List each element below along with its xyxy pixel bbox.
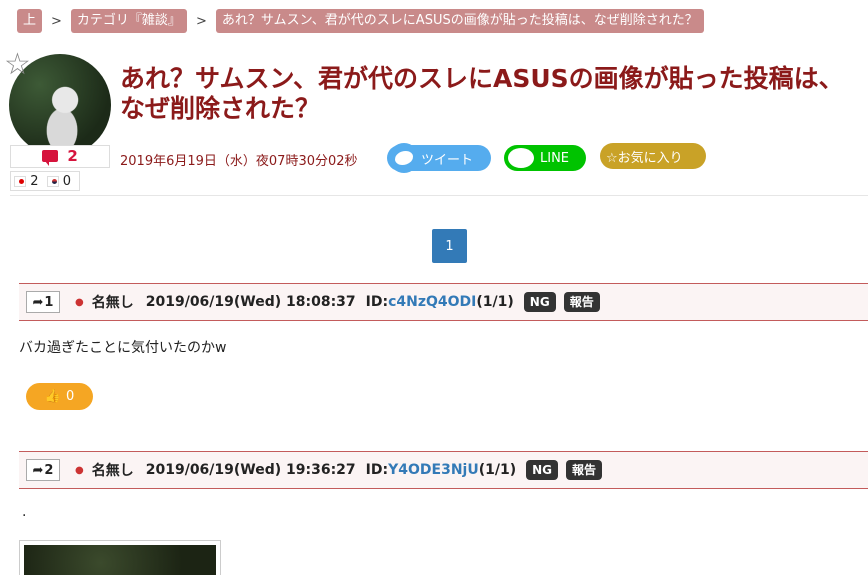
post-body-1: バカ過ぎたことに気付いたのかw [19,340,227,356]
reply-button[interactable]: ➦ 1 [26,291,60,313]
poster-id-link[interactable]: c4NzQ4ODI [388,294,476,310]
breadcrumb-top-link[interactable]: 上 [17,9,43,33]
comment-count-box: 2 [10,145,110,168]
ng-button[interactable]: NG [526,460,559,480]
favorite-button[interactable]: ☆お気に入り [600,143,706,169]
id-count: (1/1) [478,462,517,478]
like-count: 0 [65,389,75,404]
line-share-button[interactable]: LINE [504,145,586,171]
line-icon [508,148,534,168]
tweet-button[interactable]: ツイート [387,143,491,173]
breadcrumb-separator: > [51,13,62,29]
bullet-icon: ● [75,464,84,476]
star-icon[interactable]: ☆ [4,50,31,80]
post-number: 1 [44,294,54,310]
post-image-content [24,545,216,575]
twitter-bird-icon [389,143,419,173]
reply-arrow-icon: ➦ [32,294,44,310]
japan-flag-icon [14,175,27,187]
line-label: LINE [540,150,570,166]
favorite-label: ☆お気に入り [606,150,683,166]
post-date: 2019/06/19(Wed) 19:36:27 [145,462,356,478]
comment-count: 2 [67,147,78,165]
reply-button[interactable]: ➦ 2 [26,459,60,481]
id-label: ID: [365,462,389,478]
reply-arrow-icon: ➦ [32,462,44,478]
report-button[interactable]: 報告 [563,292,600,312]
tweet-label: ツイート [421,152,474,168]
like-button[interactable]: 👍 0 [26,383,93,410]
country-flags: 2 0 [10,171,80,191]
report-button[interactable]: 報告 [566,460,603,480]
post-date: 2019/06/19(Wed) 18:08:37 [145,294,356,310]
poster-name: 名無し [91,295,134,311]
post-body-2: . [22,504,27,520]
page-title: あれ？サムスン、君が代のスレにASUSの画像が貼った投稿は、なぜ削除された？ [120,64,844,123]
pagination-page-1[interactable]: 1 [432,229,467,263]
divider [10,195,868,196]
id-count: (1/1) [476,294,514,310]
comment-icon [42,150,59,166]
id-label: ID: [365,294,389,310]
thread-date: 2019年6月19日（水）夜07時30分02秒 [120,154,358,169]
poster-name: 名無し [91,463,134,479]
breadcrumb-current[interactable]: あれ？サムスン、君が代のスレにASUSの画像が貼った投稿は、なぜ削除された？ [215,9,704,33]
breadcrumb-separator: > [195,13,207,29]
post-number: 2 [44,462,54,478]
poster-id-link[interactable]: Y4ODE3NjU [388,462,479,478]
ng-button[interactable]: NG [523,292,556,312]
korea-flag-icon [46,175,59,187]
post-image[interactable] [19,540,221,575]
post-header-2: ➦ 2 ● 名無し 2019/06/19(Wed) 19:36:27 ID: Y… [19,451,868,489]
bullet-icon: ● [75,296,84,308]
breadcrumb-category-link[interactable]: カテゴリ『雑談』 [70,9,187,33]
japan-count: 2 [30,173,39,189]
post-header-1: ➦ 1 ● 名無し 2019/06/19(Wed) 18:08:37 ID: c… [19,283,868,321]
thumbs-up-icon: 👍 [44,389,61,404]
korea-count: 0 [62,173,71,189]
breadcrumb: 上 > カテゴリ『雑談』 > あれ？サムスン、君が代のスレにASUSの画像が貼っ… [17,9,704,33]
